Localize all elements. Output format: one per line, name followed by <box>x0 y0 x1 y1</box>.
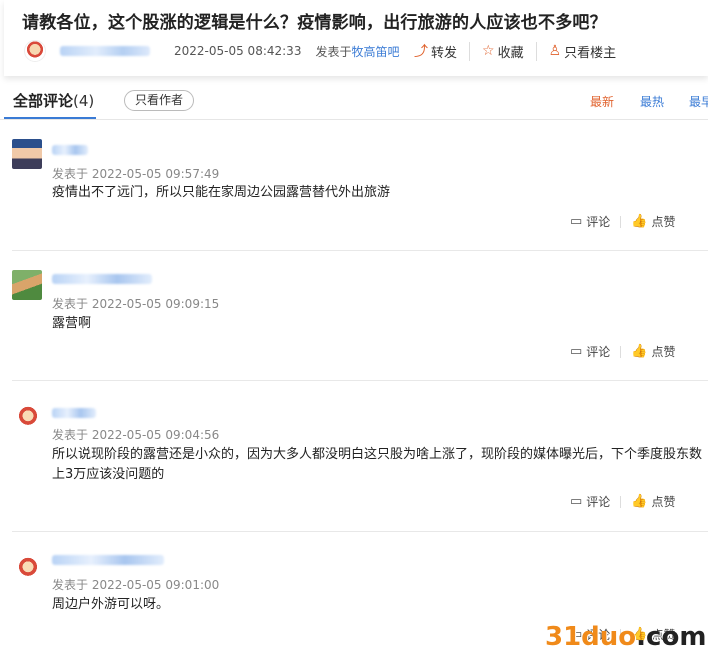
comment-text: 所以说现阶段的露营还是小众的，因为大多人都没明白这只股为啥上涨了，现阶段的媒体曝… <box>52 447 703 482</box>
reply-label: 评论 <box>586 345 611 359</box>
like-button[interactable]: 👍 点赞 <box>631 493 675 510</box>
comment-time: 发表于 2022-05-05 09:09:15 <box>52 297 220 311</box>
like-button[interactable]: 👍 点赞 <box>631 343 675 360</box>
like-label: 点赞 <box>651 345 676 359</box>
share-icon: ⤴ <box>414 44 428 60</box>
comment-text: 疫情出不了远门，所以只能在家周边公园露营替代外出旅游 <box>52 185 391 200</box>
comments-tab-bar: 全部评论(4) 只看作者 最新 最热 最早 <box>0 80 708 120</box>
comment-text: 露营啊 <box>52 316 92 331</box>
commenter-name-blurred[interactable] <box>52 274 152 284</box>
comment-count: (4) <box>73 92 95 110</box>
post-header: 请教各位，这个股涨的逻辑是什么？疫情影响，出行旅游的人应该也不多吧？ 2022-… <box>4 0 708 76</box>
site-watermark: 31duo.com <box>545 622 706 652</box>
thumbs-up-icon: 👍 <box>631 494 648 509</box>
sort-earliest[interactable]: 最早 <box>689 93 708 110</box>
op-only-link[interactable]: ♙ 只看楼主 <box>535 41 629 61</box>
divider <box>620 215 622 228</box>
comment-time: 发表于 2022-05-05 09:04:56 <box>52 428 220 442</box>
divider <box>620 345 622 358</box>
comment-time: 发表于 2022-05-05 09:57:49 <box>52 167 220 181</box>
published-in-prefix: 发表于 <box>315 44 352 59</box>
comment-icon: ▭ <box>570 344 583 359</box>
commenter-name-blurred[interactable] <box>52 145 88 155</box>
commenter-avatar[interactable] <box>16 405 40 429</box>
comment-actions: ▭ 评论 👍 点赞 <box>570 493 676 510</box>
like-button[interactable]: 👍 点赞 <box>631 213 675 230</box>
post-actions: ⤴ 转发 ☆ 收藏 ♙ 只看楼主 <box>414 40 628 62</box>
sort-newest[interactable]: 最新 <box>590 93 614 110</box>
share-button[interactable]: ⤴ 转发 <box>414 41 469 61</box>
thumbs-up-icon: 👍 <box>631 344 648 359</box>
share-label: 转发 <box>431 45 458 61</box>
post-time: 2022-05-05 08:42:33 <box>174 44 302 58</box>
watermark-brand: 31duo <box>545 622 637 652</box>
user-icon: ♙ <box>548 43 562 59</box>
commenter-name-blurred[interactable] <box>52 555 164 565</box>
comment-actions: ▭ 评论 👍 点赞 <box>570 213 676 230</box>
reply-button[interactable]: ▭ 评论 <box>570 493 610 510</box>
comment-item: 发表于 2022-05-05 09:57:49 疫情出不了远门，所以只能在家周边… <box>12 121 708 251</box>
comment-actions: ▭ 评论 👍 点赞 <box>570 343 676 360</box>
watermark-suffix: .com <box>636 622 707 652</box>
like-label: 点赞 <box>651 215 676 229</box>
divider <box>620 495 622 508</box>
author-avatar[interactable] <box>24 40 46 62</box>
op-only-label: 只看楼主 <box>564 45 617 61</box>
commenter-avatar[interactable] <box>12 139 42 169</box>
post-meta-row: 2022-05-05 08:42:33 发表于牧高笛吧 ⤴ 转发 ☆ 收藏 ♙ … <box>24 40 704 62</box>
author-name-blurred[interactable] <box>60 46 150 56</box>
reply-label: 评论 <box>586 215 611 229</box>
tab-all-label: 全部评论 <box>13 92 74 110</box>
like-label: 点赞 <box>651 495 676 509</box>
commenter-avatar[interactable] <box>16 556 40 580</box>
comment-icon: ▭ <box>570 494 583 509</box>
sort-hot[interactable]: 最热 <box>640 93 664 110</box>
comment-icon: ▭ <box>570 214 583 229</box>
commenter-avatar[interactable] <box>12 270 42 300</box>
commenter-name-blurred[interactable] <box>52 408 96 418</box>
thumbs-up-icon: 👍 <box>631 214 648 229</box>
favorite-button[interactable]: ☆ 收藏 <box>469 41 536 61</box>
favorite-label: 收藏 <box>497 45 524 61</box>
post-title: 请教各位，这个股涨的逻辑是什么？疫情影响，出行旅游的人应该也不多吧？ <box>22 13 607 33</box>
forum-link[interactable]: 牧高笛吧 <box>351 45 399 59</box>
star-icon: ☆ <box>482 43 495 59</box>
reply-label: 评论 <box>586 495 611 509</box>
comment-item: 发表于 2022-05-05 09:09:15 露营啊 ▭ 评论 👍 点赞 <box>12 251 708 381</box>
tab-all-comments[interactable]: 全部评论(4) <box>13 90 94 111</box>
author-only-button[interactable]: 只看作者 <box>124 90 195 111</box>
reply-button[interactable]: ▭ 评论 <box>570 213 610 230</box>
comment-item: 发表于 2022-05-05 09:04:56 所以说现阶段的露营还是小众的，因… <box>12 381 708 532</box>
post-forum-info: 发表于牧高笛吧 <box>315 43 399 60</box>
active-tab-indicator <box>4 117 96 119</box>
comment-text: 周边户外游可以呀。 <box>52 597 170 612</box>
comment-time: 发表于 2022-05-05 09:01:00 <box>52 578 220 592</box>
reply-button[interactable]: ▭ 评论 <box>570 343 610 360</box>
